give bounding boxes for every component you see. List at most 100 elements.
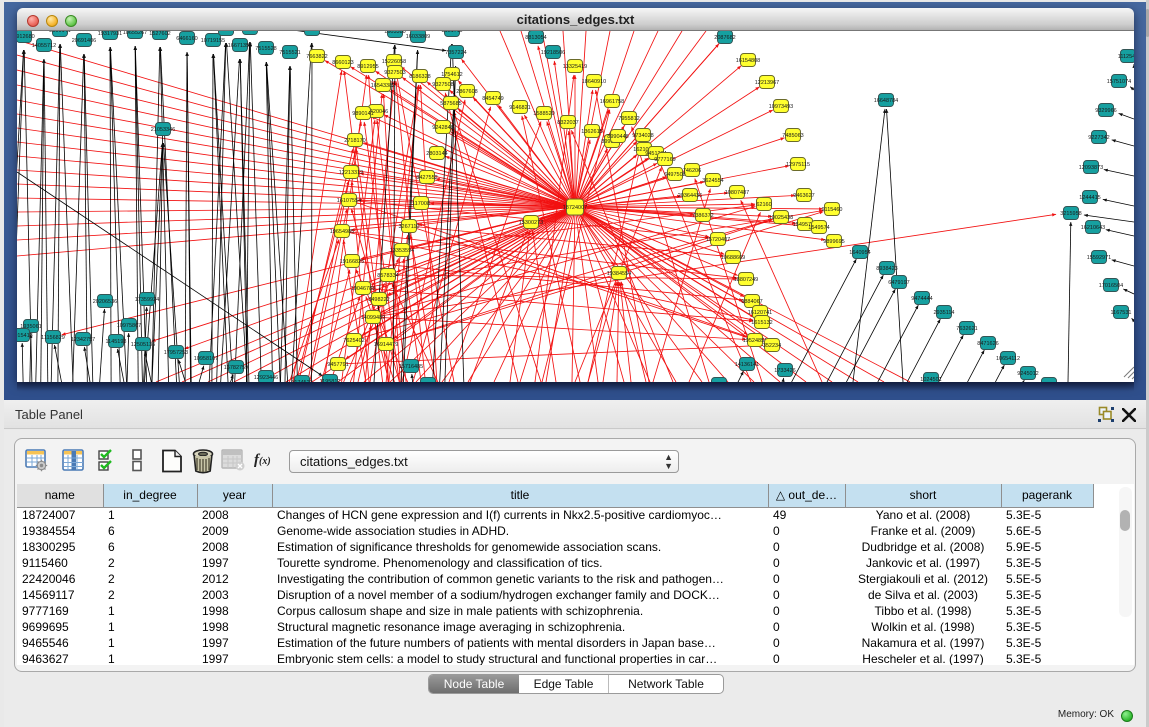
svg-text:17359924: 17359924 (135, 297, 159, 303)
svg-text:6466160: 6466160 (176, 36, 197, 42)
svg-text:12213967: 12213967 (755, 80, 779, 86)
svg-text:8938423: 8938423 (876, 266, 897, 272)
svg-text:7515528: 7515528 (255, 46, 276, 52)
svg-text:19218506: 19218506 (541, 50, 565, 56)
svg-text:117008: 117008 (412, 201, 430, 207)
svg-text:1065532: 1065532 (239, 31, 260, 32)
svg-text:16120741: 16120741 (748, 310, 772, 316)
svg-text:15716485: 15716485 (399, 364, 423, 370)
svg-text:10046788: 10046788 (351, 286, 375, 292)
svg-text:6479197: 6479197 (888, 280, 909, 286)
svg-text:9899695: 9899695 (823, 239, 844, 245)
svg-text:9884067: 9884067 (741, 299, 762, 305)
svg-text:7485063: 7485063 (782, 133, 803, 139)
svg-text:10975867: 10975867 (117, 323, 141, 329)
svg-text:16210643: 16210643 (1081, 225, 1105, 231)
svg-text:1640954: 1640954 (849, 250, 870, 256)
svg-text:8427552: 8427552 (416, 175, 437, 181)
svg-text:9242848: 9242848 (432, 125, 453, 131)
svg-text:5875685: 5875685 (440, 101, 461, 107)
svg-text:6497508: 6497508 (664, 172, 685, 178)
svg-text:19166825: 19166825 (340, 259, 364, 265)
svg-text:16033809: 16033809 (406, 34, 430, 40)
svg-text:2867608: 2867608 (456, 89, 477, 95)
svg-text:7663822: 7663822 (306, 54, 327, 60)
svg-text:15720407: 15720407 (706, 237, 730, 243)
svg-text:8186328: 8186328 (409, 74, 430, 80)
svg-text:11156829: 11156829 (41, 335, 65, 341)
svg-text:18640910: 18640910 (582, 79, 606, 85)
svg-text:18807249: 18807249 (734, 277, 758, 283)
svg-text:3915413: 3915413 (17, 333, 33, 339)
svg-text:16648784: 16648784 (874, 98, 898, 104)
svg-text:8151711: 8151711 (441, 31, 462, 34)
svg-text:17016504: 17016504 (1099, 283, 1123, 289)
svg-text:1615132: 1615132 (751, 320, 772, 326)
svg-text:10654112: 10654112 (996, 356, 1020, 362)
svg-text:1754612: 1754612 (441, 72, 462, 78)
svg-text:62160: 62160 (756, 202, 771, 208)
svg-text:15751074: 15751074 (1107, 79, 1131, 85)
svg-text:12093873: 12093873 (1079, 165, 1103, 171)
svg-text:9777169: 9777169 (654, 157, 675, 163)
svg-text:10807487: 10807487 (725, 190, 749, 196)
svg-text:1527602: 1527602 (149, 31, 170, 37)
svg-text:10958107: 10958107 (194, 356, 218, 362)
svg-text:18724007: 18724007 (563, 205, 587, 211)
svg-text:8660123: 8660123 (332, 60, 353, 66)
svg-text:3267110: 3267110 (398, 224, 419, 230)
svg-text:1112541: 1112541 (1118, 54, 1134, 60)
svg-text:8454749: 8454749 (482, 96, 503, 102)
svg-text:19317931: 19317931 (98, 31, 122, 37)
svg-text:9474444: 9474444 (911, 296, 932, 302)
svg-text:8912955: 8912955 (357, 64, 378, 70)
svg-text:1065531: 1065531 (215, 31, 236, 33)
svg-text:1588520: 1588520 (533, 111, 554, 117)
svg-text:15300273: 15300273 (519, 220, 543, 226)
svg-text:16671355: 16671355 (228, 43, 252, 49)
svg-text:9327508: 9327508 (432, 82, 453, 88)
svg-text:1065533: 1065533 (301, 31, 322, 33)
svg-text:3498222: 3498222 (368, 297, 389, 303)
svg-text:13325419: 13325419 (563, 64, 587, 70)
svg-text:12505135: 12505135 (131, 342, 155, 348)
svg-text:9457791: 9457791 (327, 362, 348, 368)
svg-text:1549574: 1549574 (808, 225, 829, 231)
svg-text:8990448: 8990448 (607, 134, 628, 140)
svg-text:10719155: 10719155 (201, 38, 225, 44)
svg-text:10655267: 10655267 (123, 31, 147, 36)
svg-text:19654985: 19654985 (330, 229, 354, 235)
svg-text:2803144: 2803144 (426, 151, 447, 157)
svg-text:1244415: 1244415 (1079, 195, 1100, 201)
svg-text:8578334: 8578334 (377, 273, 398, 279)
svg-text:15592971: 15592971 (1087, 255, 1111, 261)
svg-text:16961758: 16961758 (600, 99, 624, 105)
svg-text:9890141: 9890141 (352, 111, 373, 117)
svg-text:9245012: 9245012 (1017, 371, 1038, 377)
svg-text:1362615: 1362615 (581, 129, 602, 135)
svg-text:9146821: 9146821 (509, 105, 530, 111)
svg-text:12975115: 12975115 (786, 162, 810, 168)
svg-text:7625402: 7625402 (343, 338, 364, 344)
svg-text:9734028: 9734028 (632, 133, 653, 139)
svg-text:16154808: 16154808 (736, 58, 760, 64)
svg-text:3624554: 3624554 (702, 178, 723, 184)
svg-text:16543382: 16543382 (371, 83, 395, 89)
svg-text:16107554: 16107554 (337, 198, 361, 204)
svg-text:15226058: 15226058 (382, 59, 406, 65)
svg-text:12213319: 12213319 (339, 170, 363, 176)
svg-text:14136141: 14136141 (735, 362, 759, 368)
svg-text:1912680: 1912680 (17, 34, 35, 40)
svg-text:1167531: 1167531 (1110, 310, 1131, 316)
svg-text:7955812: 7955812 (618, 116, 639, 122)
svg-text:2099141: 2099141 (49, 31, 70, 34)
svg-text:7386372: 7386372 (692, 213, 713, 219)
svg-text:20206536: 20206536 (93, 299, 117, 305)
svg-text:17957253: 17957253 (164, 350, 188, 356)
svg-text:7357224: 7357224 (445, 50, 466, 56)
svg-text:9115460: 9115460 (821, 207, 842, 213)
svg-text:10025438: 10025438 (769, 215, 793, 221)
svg-text:9329966: 9329966 (1095, 108, 1116, 114)
svg-text:9227342: 9227342 (1088, 135, 1109, 141)
svg-text:14099489: 14099489 (361, 315, 385, 321)
